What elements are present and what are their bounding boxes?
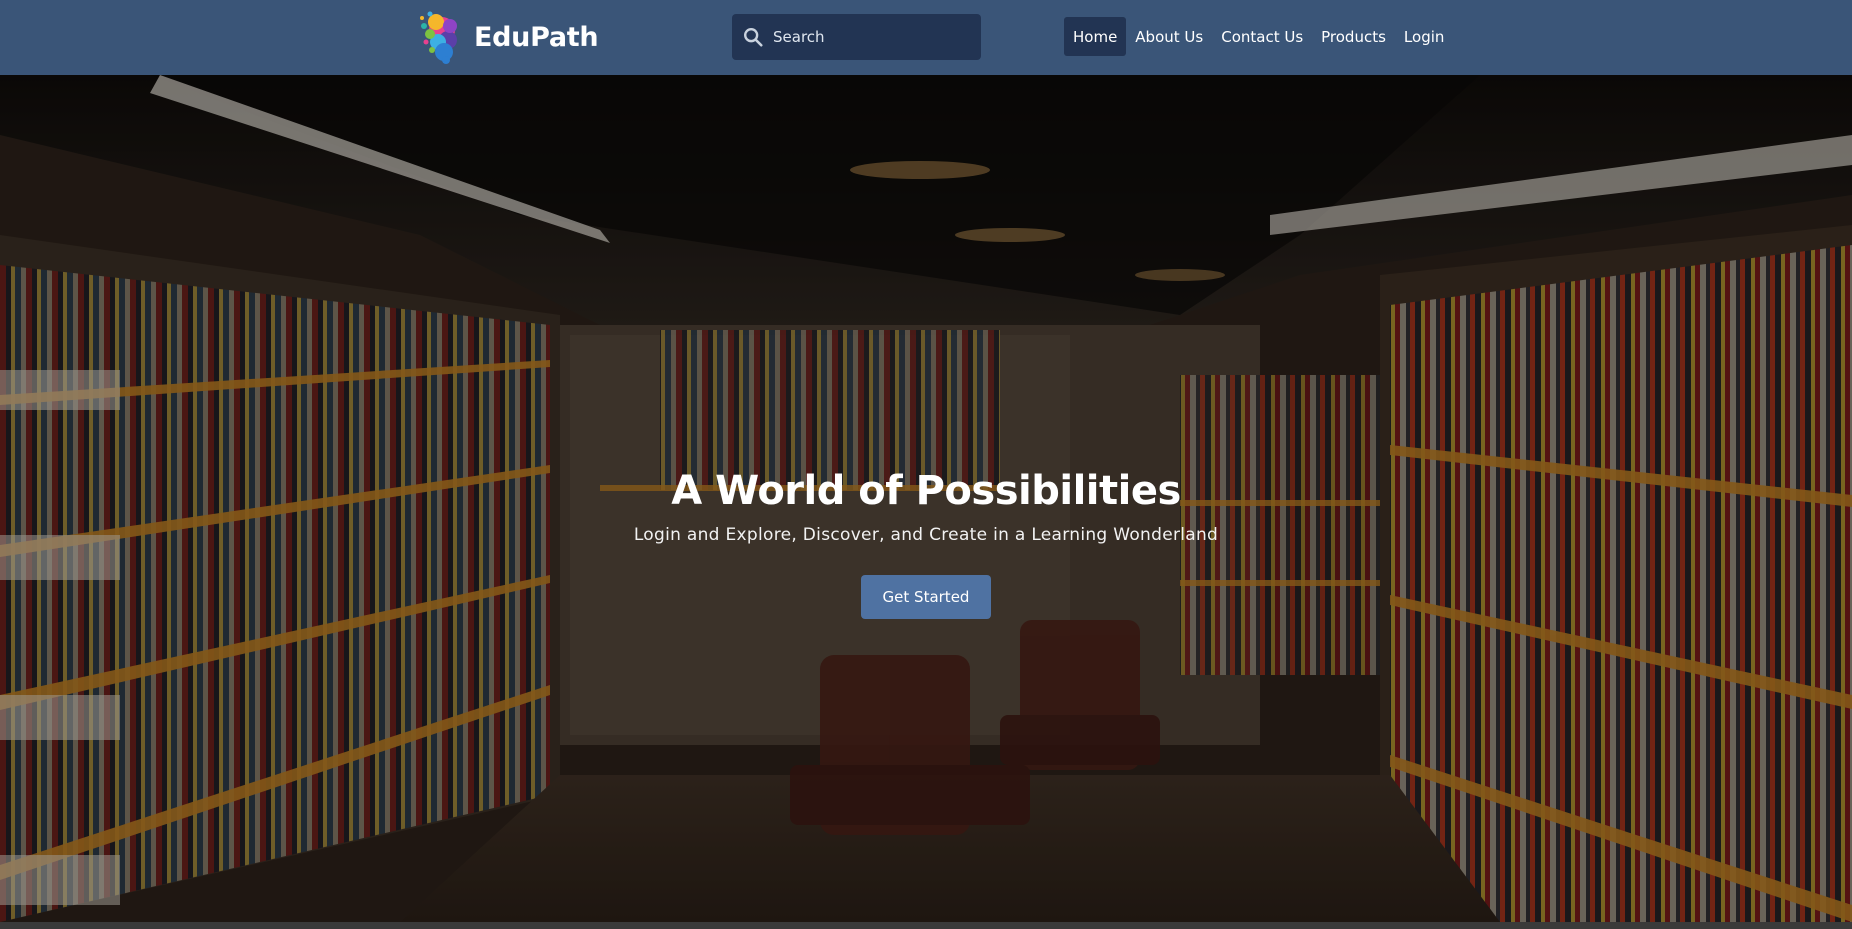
hero-title: A World of Possibilities bbox=[671, 468, 1181, 514]
brand[interactable]: EduPath bbox=[414, 8, 599, 66]
main-nav: Home About Us Contact Us Products Login bbox=[1064, 17, 1453, 56]
search-input[interactable] bbox=[764, 14, 981, 60]
window-bottom-edge bbox=[0, 922, 1852, 929]
nav-products[interactable]: Products bbox=[1312, 17, 1395, 56]
nav-home[interactable]: Home bbox=[1064, 17, 1127, 56]
navbar: EduPath Home About Us Contact Us Product… bbox=[0, 0, 1852, 75]
brand-name: EduPath bbox=[474, 21, 599, 53]
hero-section: A World of Possibilities Login and Explo… bbox=[0, 75, 1852, 922]
search-icon bbox=[744, 28, 763, 47]
nav-contact-us[interactable]: Contact Us bbox=[1212, 17, 1312, 56]
hero-subtitle: Login and Explore, Discover, and Create … bbox=[633, 525, 1219, 545]
get-started-button[interactable]: Get Started bbox=[861, 575, 991, 619]
colorful-head-logo-icon bbox=[420, 11, 457, 64]
nav-login[interactable]: Login bbox=[1395, 17, 1453, 56]
search-bar[interactable] bbox=[732, 14, 981, 60]
nav-about-us[interactable]: About Us bbox=[1126, 17, 1212, 56]
